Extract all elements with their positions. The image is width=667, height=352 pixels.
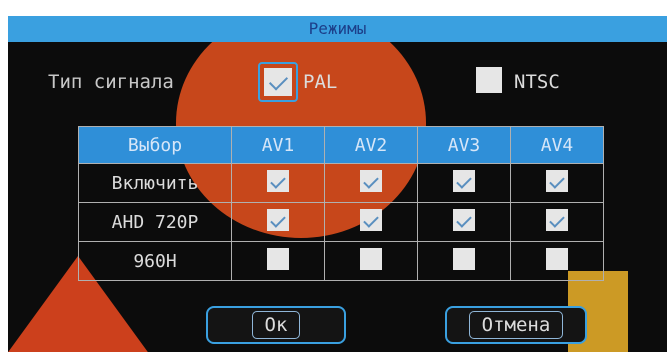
enable-av3-checkbox[interactable] [453, 169, 475, 192]
table-row-ahd720p: AHD 720P [78, 202, 604, 242]
ahd720p-av2-checkbox[interactable] [360, 208, 382, 231]
960h-av4-checkbox[interactable] [546, 247, 568, 270]
ahd720p-av3-checkbox[interactable] [453, 208, 475, 231]
cancel-button[interactable]: Отмена [445, 306, 587, 344]
header-select: Выбор [78, 126, 232, 164]
enable-av4-checkbox[interactable] [546, 169, 568, 192]
table-row-960h: 960H [78, 241, 604, 281]
ahd720p-av1-checkbox[interactable] [267, 208, 289, 231]
modes-dialog: Режимы Тип сигнала PAL NTSC Выбор AV1 AV… [8, 16, 667, 352]
row-label-enable: Включить [78, 163, 232, 203]
pal-option[interactable] [258, 62, 298, 102]
ok-button[interactable]: Ок [206, 306, 346, 344]
channel-table: Выбор AV1 AV2 AV3 AV4 Включить AHD 720P [78, 126, 604, 281]
header-av2: AV2 [324, 126, 418, 164]
ntsc-checkbox[interactable] [476, 67, 502, 93]
cancel-button-label: Отмена [468, 311, 564, 339]
ahd720p-av4-checkbox[interactable] [546, 208, 568, 231]
header-av3: AV3 [417, 126, 511, 164]
enable-av1-checkbox[interactable] [267, 169, 289, 192]
table-row-enable: Включить [78, 163, 604, 203]
signal-type-label: Тип сигнала [48, 71, 174, 93]
960h-av2-checkbox[interactable] [360, 247, 382, 270]
960h-av3-checkbox[interactable] [453, 247, 475, 270]
table-header-row: Выбор AV1 AV2 AV3 AV4 [78, 126, 604, 164]
row-label-960h: 960H [78, 241, 232, 281]
enable-av2-checkbox[interactable] [360, 169, 382, 192]
pal-label: PAL [303, 71, 338, 93]
ok-button-label: Ок [251, 311, 301, 339]
960h-av1-checkbox[interactable] [267, 247, 289, 270]
header-av4: AV4 [510, 126, 604, 164]
ntsc-label: NTSC [514, 71, 560, 93]
pal-checkbox[interactable] [264, 68, 292, 96]
row-label-ahd720p: AHD 720P [78, 202, 232, 242]
header-av1: AV1 [231, 126, 325, 164]
